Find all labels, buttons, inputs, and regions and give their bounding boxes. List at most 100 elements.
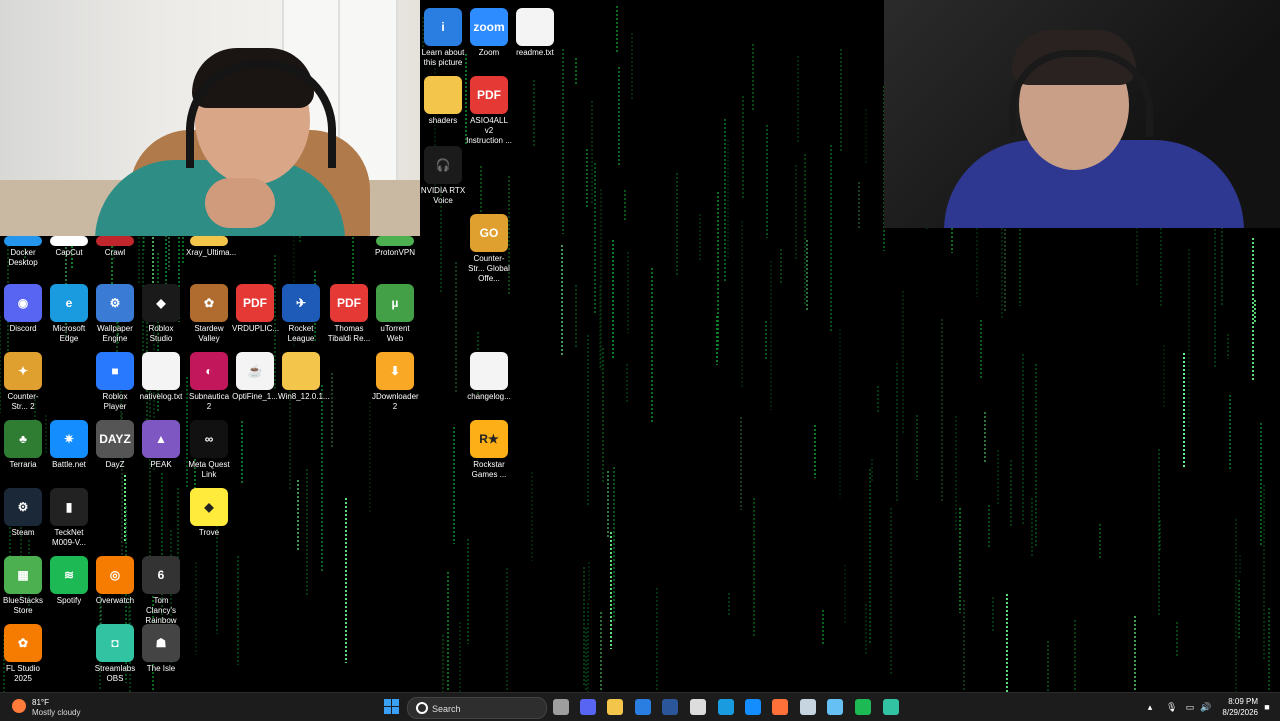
fl-studio-icon: ✿ bbox=[4, 624, 42, 662]
desktop-icon-label: Counter-Str... 2 bbox=[7, 392, 39, 411]
taskbar-store-icon[interactable] bbox=[690, 699, 706, 715]
desktop-icon-label: CapCut bbox=[55, 248, 83, 257]
taskbar-file-explorer-icon[interactable] bbox=[607, 699, 623, 715]
vrduplic-icon: PDF bbox=[236, 284, 274, 322]
desktop-icon-xray[interactable]: Xray_Ultima... bbox=[186, 236, 237, 258]
desktop-icon-dayz[interactable]: DAYZ DayZ bbox=[92, 420, 138, 470]
desktop-icon-label: Meta Quest Link bbox=[188, 460, 230, 479]
desktop-icon-optifine[interactable]: ☕ OptiFine_1... bbox=[232, 352, 278, 402]
desktop-icon-zoom[interactable]: zoom Zoom bbox=[466, 8, 512, 58]
weather-desc: Mostly cloudy bbox=[32, 708, 81, 717]
desktop-icon-label: Roblox Studio bbox=[148, 324, 174, 343]
desktop-icon-rocket-league[interactable]: ✈ Rocket League bbox=[278, 284, 324, 344]
headphones bbox=[1009, 50, 1153, 137]
desktop-icon-label: Discord bbox=[9, 324, 37, 333]
battlenet-icon: ✷ bbox=[50, 420, 88, 458]
desktop-icon-discord[interactable]: ◉ Discord bbox=[0, 284, 46, 334]
desktop-icon-meta-quest[interactable]: ∞ Meta Quest Link bbox=[186, 420, 232, 480]
taskbar-task-view-icon[interactable] bbox=[553, 699, 569, 715]
taskbar-spotify-icon[interactable] bbox=[855, 699, 871, 715]
weather-widget[interactable]: 81°F Mostly cloudy bbox=[10, 696, 100, 718]
start-button[interactable] bbox=[384, 699, 399, 714]
desktop-icon-crawl[interactable]: Crawl bbox=[92, 236, 138, 258]
desktop-icon-label: Win8_12.0.1... bbox=[278, 392, 330, 401]
technet-icon: ▮ bbox=[50, 488, 88, 526]
desktop-icon-asio4all[interactable]: PDF ASIO4ALL v2 Instruction ... bbox=[466, 76, 512, 146]
desktop-icon-utorrent[interactable]: µ uTorrent Web bbox=[372, 284, 418, 344]
desktop-icon-protonvpn[interactable]: ProtonVPN bbox=[372, 236, 418, 258]
docker-icon bbox=[4, 236, 42, 246]
taskbar-search[interactable] bbox=[407, 697, 547, 719]
taskbar-battlenet-icon[interactable] bbox=[745, 699, 761, 715]
system-clock[interactable]: 8:09 PM 8/29/2026 bbox=[1218, 696, 1258, 718]
desktop-icon-label: Crawl bbox=[104, 248, 126, 257]
desktop-icon-docker[interactable]: Docker Desktop bbox=[0, 236, 46, 268]
desktop-icon-overwatch[interactable]: ◎ Overwatch bbox=[92, 556, 138, 606]
desktop-icon-label: Wallpaper Engine bbox=[97, 324, 133, 343]
terraria-icon: ♣ bbox=[4, 420, 42, 458]
desktop-icon-terraria[interactable]: ♣ Terraria bbox=[0, 420, 46, 470]
desktop-icon-nvidia-rtx-voice[interactable]: 🎧 NVIDIA RTX Voice bbox=[420, 146, 466, 206]
desktop-icon-csgo[interactable]: GO Counter-Str... Global Offe... bbox=[466, 214, 512, 284]
jdownloader-icon: ⬇ bbox=[376, 352, 414, 390]
taskbar-edge-icon[interactable] bbox=[718, 699, 734, 715]
taskbar-firefox-icon[interactable] bbox=[772, 699, 788, 715]
desktop-icon-steam[interactable]: ⚙ Steam bbox=[0, 488, 46, 538]
desktop-icon-edge[interactable]: e Microsoft Edge bbox=[46, 284, 92, 344]
desktop-icon-peak[interactable]: ▲ PEAK bbox=[138, 420, 184, 470]
microphone-icon[interactable]: 🎙 bbox=[1166, 702, 1177, 712]
speaker-icon[interactable]: 🔊 bbox=[1200, 702, 1211, 712]
desktop-icon-label: shaders bbox=[428, 116, 458, 125]
desktop-icon-label: OptiFine_1... bbox=[232, 392, 278, 401]
desktop-icon-label: Xray_Ultima... bbox=[186, 248, 237, 257]
win8-icon bbox=[282, 352, 320, 390]
desktop-icon-label: Overwatch bbox=[95, 596, 135, 605]
steam-icon: ⚙ bbox=[4, 488, 42, 526]
rockstar-icon: R★ bbox=[470, 420, 508, 458]
rocket-league-icon: ✈ bbox=[282, 284, 320, 322]
desktop-icon-win8[interactable]: Win8_12.0.1... bbox=[278, 352, 330, 402]
desktop-icon-bluestacks[interactable]: ▦ BlueStacks Store bbox=[0, 556, 46, 616]
desktop-icon-jdownloader[interactable]: ⬇ JDownloader 2 bbox=[372, 352, 419, 412]
desktop-icon-technet[interactable]: ▮ TeckNet M009-V... bbox=[46, 488, 92, 548]
desktop-icon-rockstar[interactable]: R★ Rockstar Games ... bbox=[466, 420, 512, 480]
desktop-icon-thomas-tibaldi[interactable]: PDF Thomas Tibaldi Re... bbox=[326, 284, 372, 344]
desktop-icon-the-isle[interactable]: ☗ The Isle bbox=[138, 624, 184, 674]
taskbar-steam-icon[interactable] bbox=[800, 699, 816, 715]
desktop-icon-capcut[interactable]: CapCut bbox=[46, 236, 92, 258]
taskbar-steam-alt-icon[interactable] bbox=[827, 699, 843, 715]
desktop-icon-wallpaper-engine[interactable]: ⚙ Wallpaper Engine bbox=[92, 284, 138, 344]
desktop-icon-nativelog[interactable]: nativelog.txt bbox=[138, 352, 184, 402]
display-icon[interactable]: ▭ bbox=[1185, 702, 1195, 712]
taskbar-streamlabs-icon[interactable] bbox=[883, 699, 899, 715]
desktop-icon-changelog[interactable]: changelog... bbox=[466, 352, 512, 402]
clock-time: 8:09 PM bbox=[1228, 697, 1258, 706]
desktop-icon-stardew[interactable]: ✿ Stardew Valley bbox=[186, 284, 232, 344]
desktop-icon-label: TeckNet M009-V... bbox=[52, 528, 86, 547]
desktop-icon-trove[interactable]: ◆ Trove bbox=[186, 488, 232, 538]
desktop-icon-spotify[interactable]: ≋ Spotify bbox=[46, 556, 92, 606]
notification-icon[interactable]: ■ bbox=[1262, 702, 1272, 712]
search-input[interactable] bbox=[430, 700, 544, 717]
desktop-icon-roblox-studio[interactable]: ◆ Roblox Studio bbox=[138, 284, 184, 344]
taskbar-word-icon[interactable] bbox=[662, 699, 678, 715]
desktop-icon-subnautica2[interactable]: ◐ Subnautica 2 bbox=[186, 352, 232, 412]
desktop-icon-streamlabs[interactable]: ◘ Streamlabs OBS bbox=[92, 624, 138, 684]
desktop-icon-label: changelog... bbox=[467, 392, 511, 401]
csgo-icon: GO bbox=[470, 214, 508, 252]
desktop-icon-battlenet[interactable]: ✷ Battle.net bbox=[46, 420, 92, 470]
chevron-up-icon[interactable]: ▴ bbox=[1145, 702, 1155, 712]
desktop-icon-vrduplic[interactable]: PDF VRDUPLIC... bbox=[232, 284, 279, 334]
desktop-icon-fl-studio[interactable]: ✿ FL Studio 2025 bbox=[0, 624, 46, 684]
desktop-icon-readme[interactable]: readme.txt bbox=[512, 8, 558, 58]
changelog-icon bbox=[470, 352, 508, 390]
desktop-icon-cs2[interactable]: ✦ Counter-Str... 2 bbox=[0, 352, 46, 412]
desktop-icon-learn-about-picture[interactable]: i Learn about this picture bbox=[420, 8, 466, 68]
taskbar-photos-icon[interactable] bbox=[635, 699, 651, 715]
desktop-icon-shaders[interactable]: shaders bbox=[420, 76, 466, 126]
desktop-icon-roblox-player[interactable]: ■ Roblox Player bbox=[92, 352, 138, 412]
taskbar-discord-icon[interactable] bbox=[580, 699, 596, 715]
desktop-icon-label: Spotify bbox=[56, 596, 82, 605]
meta-quest-icon: ∞ bbox=[190, 420, 228, 458]
learn-about-picture-icon: i bbox=[424, 8, 462, 46]
